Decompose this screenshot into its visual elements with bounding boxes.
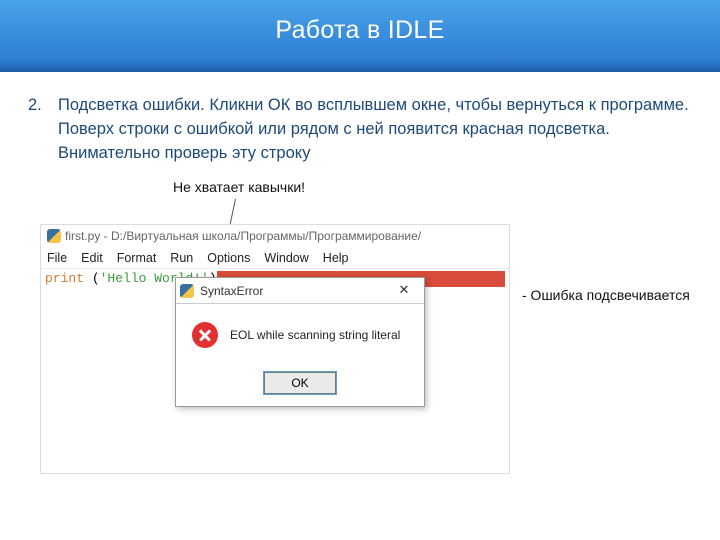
editor-titlebar: first.py - D:/Виртуальная школа/Программ… xyxy=(41,225,509,247)
dialog-button-row: OK xyxy=(176,366,424,406)
editor-title-text: first.py - D:/Виртуальная школа/Программ… xyxy=(65,229,421,243)
side-note: - Ошибка подсвечивается xyxy=(522,287,690,303)
syntax-error-dialog: SyntaxError ✕ EOL while scanning string … xyxy=(175,277,425,407)
close-icon[interactable]: ✕ xyxy=(388,282,420,300)
slide-header: Работа в IDLE xyxy=(0,0,720,72)
menu-options[interactable]: Options xyxy=(207,251,250,265)
dialog-title-text: SyntaxError xyxy=(200,284,263,298)
step-number: 2. xyxy=(28,94,58,166)
editor-menubar: File Edit Format Run Options Window Help xyxy=(41,247,509,269)
menu-run[interactable]: Run xyxy=(170,251,193,265)
error-icon xyxy=(192,322,218,348)
python-icon xyxy=(180,284,194,298)
menu-window[interactable]: Window xyxy=(264,251,308,265)
code-keyword: print xyxy=(45,271,92,285)
dialog-body: EOL while scanning string literal xyxy=(176,304,424,366)
python-icon xyxy=(47,229,61,243)
menu-edit[interactable]: Edit xyxy=(81,251,103,265)
menu-file[interactable]: File xyxy=(47,251,67,265)
ok-button[interactable]: OK xyxy=(264,372,336,394)
instruction-block: 2. Подсветка ошибки. Кликни ОК во всплыв… xyxy=(0,72,720,174)
callout-missing-quote: Не хватает кавычки! xyxy=(173,179,305,195)
dialog-titlebar[interactable]: SyntaxError ✕ xyxy=(176,278,424,304)
slide-title: Работа в IDLE xyxy=(275,16,444,44)
paren-open: ( xyxy=(92,271,100,285)
menu-format[interactable]: Format xyxy=(117,251,157,265)
menu-help[interactable]: Help xyxy=(323,251,349,265)
dialog-message: EOL while scanning string literal xyxy=(230,328,400,342)
step-text: Подсветка ошибки. Кликни ОК во всплывшем… xyxy=(58,94,692,166)
